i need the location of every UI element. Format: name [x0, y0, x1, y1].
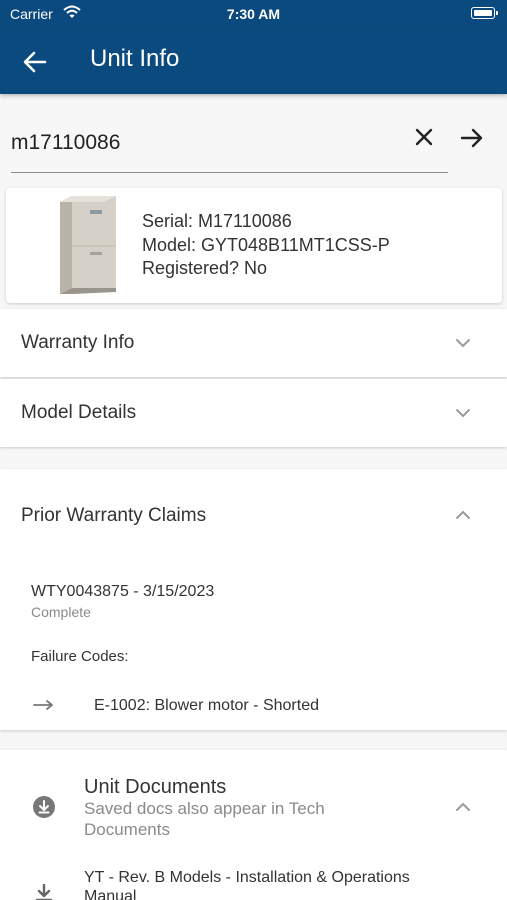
document-item[interactable]: YT - Rev. B Models - Installation & Oper…: [84, 868, 454, 900]
claim-status: Complete: [31, 604, 91, 620]
download-icon[interactable]: [34, 884, 54, 900]
prior-claims-title[interactable]: Prior Warranty Claims: [21, 505, 206, 527]
warranty-info-panel[interactable]: Warranty Info: [0, 309, 507, 377]
claim-id-date[interactable]: WTY0043875 - 3/15/2023: [31, 583, 214, 601]
failure-code: E-1002: Blower motor - Shorted: [94, 697, 319, 714]
unit-serial: Serial: M17110086: [142, 211, 292, 231]
status-time: 7:30 AM: [226, 6, 281, 22]
clear-icon[interactable]: [411, 124, 437, 150]
model-details-panel[interactable]: Model Details: [0, 379, 507, 447]
status-bar: Carrier 7:30 AM: [0, 0, 507, 28]
battery-icon: [471, 7, 498, 19]
unit-image: [60, 196, 116, 294]
download-circle-icon: [33, 796, 55, 818]
app-bar: Unit Info: [0, 28, 507, 94]
chevron-down-icon[interactable]: [454, 337, 472, 349]
arrow-right-icon: [33, 700, 53, 710]
page-title: Unit Info: [90, 45, 180, 72]
failure-codes-label: Failure Codes:: [31, 648, 129, 665]
chevron-up-icon[interactable]: [454, 509, 472, 521]
back-arrow-icon[interactable]: [20, 47, 50, 77]
search-go-arrow-icon[interactable]: [458, 124, 486, 152]
serial-search-input[interactable]: [11, 118, 391, 168]
warranty-info-title: Warranty Info: [21, 332, 135, 353]
unit-details: Serial: M17110086 Model: GYT048B11MT1CSS…: [142, 210, 390, 281]
serial-search-field[interactable]: [11, 118, 448, 173]
chevron-up-icon[interactable]: [454, 801, 472, 813]
model-details-title: Model Details: [21, 402, 137, 423]
unit-summary-card: Serial: M17110086 Model: GYT048B11MT1CSS…: [6, 188, 502, 303]
unit-documents-subtitle: Saved docs also appear in Tech Documents: [84, 799, 325, 839]
chevron-down-icon[interactable]: [454, 407, 472, 419]
unit-documents-title: Unit Documents: [84, 776, 227, 798]
unit-model: Model: GYT048B11MT1CSS-P: [142, 234, 390, 255]
unit-registered: Registered? No: [142, 258, 268, 278]
